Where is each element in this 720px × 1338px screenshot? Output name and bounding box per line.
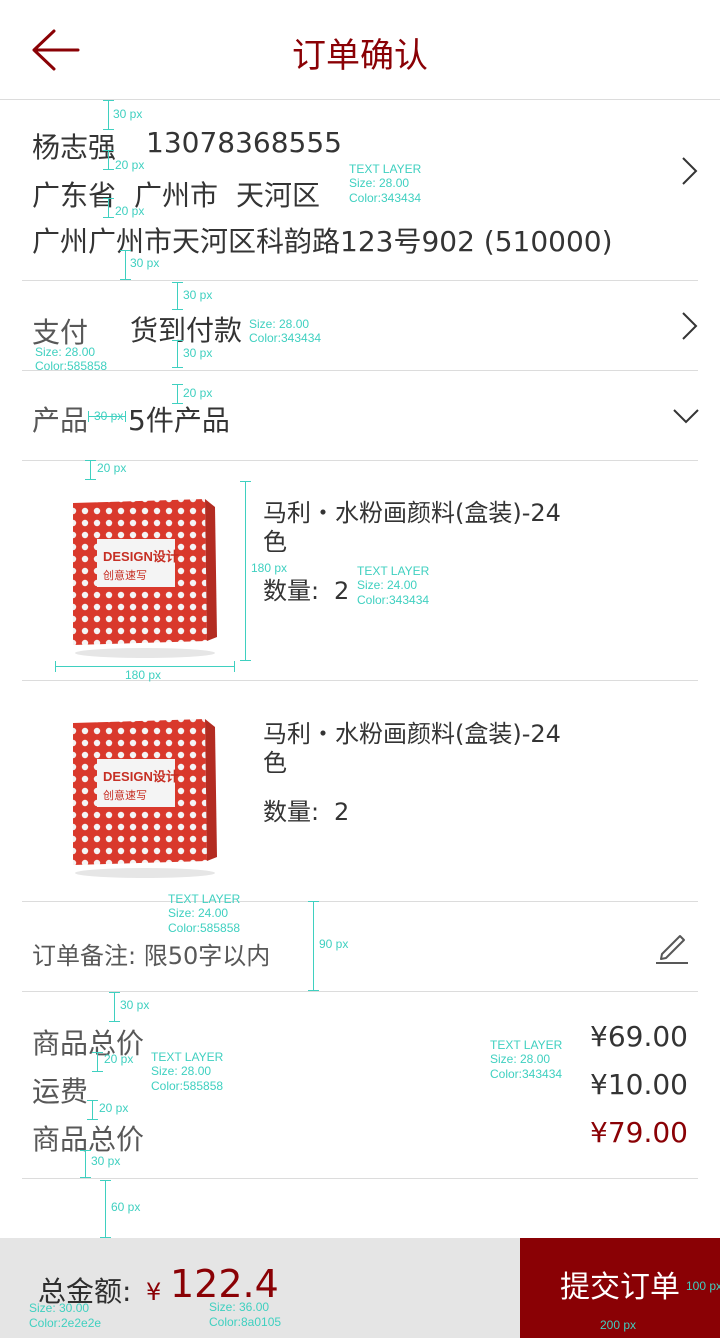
products-count: 5件产品	[128, 404, 230, 437]
product-name: 马利・水粉画颜料(盒装)-24	[263, 720, 561, 748]
page-title: 订单确认	[292, 36, 428, 76]
region-district: 天河区	[236, 179, 321, 212]
cover-brand: DESIGN设计	[103, 769, 179, 784]
region-city: 广州市	[134, 179, 219, 212]
recipient-name: 杨志强	[32, 131, 117, 164]
summary-label-shipping: 运费	[32, 1075, 89, 1108]
product-name-cont: 色	[263, 528, 287, 556]
quantity-value: 2	[334, 798, 350, 826]
chevron-right-icon[interactable]	[680, 156, 700, 190]
divider	[22, 1178, 698, 1179]
order-note-field[interactable]: 订单备注: 限50字以内	[0, 902, 720, 991]
address-detail: 广州广州市天河区科韵路123号902 (510000)	[32, 225, 613, 258]
price-summary: 商品总价 ¥69.00 运费 ¥10.00 商品总价 ¥79.00	[0, 992, 720, 1178]
quantity-label: 数量:	[263, 577, 320, 605]
payment-method: 货到付款	[130, 314, 243, 347]
recipient-phone: 13078368555	[146, 126, 342, 159]
quantity-value: 2	[334, 577, 350, 605]
region-province: 广东省	[32, 179, 117, 212]
summary-label-total: 商品总价	[32, 1123, 145, 1156]
chevron-down-icon[interactable]	[672, 407, 700, 429]
product-name: 马利・水粉画颜料(盒装)-24	[263, 499, 561, 527]
cover-brand: DESIGN设计	[103, 549, 179, 564]
product-image: DESIGN设计 创意速写	[55, 481, 235, 661]
order-note-placeholder: 订单备注: 限50字以内	[32, 942, 271, 970]
product-name-cont: 色	[263, 749, 287, 777]
summary-value-subtotal: ¥69.00	[590, 1020, 688, 1053]
summary-value-total: ¥79.00	[590, 1116, 688, 1149]
chevron-right-icon[interactable]	[680, 311, 700, 345]
edit-pencil-icon[interactable]	[654, 928, 690, 968]
summary-value-shipping: ¥10.00	[590, 1068, 688, 1101]
products-label: 产品	[32, 404, 89, 437]
payment-row[interactable]: 支付 货到付款	[0, 281, 720, 370]
product-image: DESIGN设计 创意速写	[55, 701, 235, 881]
quantity-label: 数量:	[263, 798, 320, 826]
app-header: 订单确认	[0, 0, 720, 100]
total-currency: ¥	[146, 1278, 162, 1306]
product-item[interactable]: DESIGN设计 创意速写 马利・水粉画颜料(盒装)-24 色 数量: 2	[0, 681, 720, 901]
cover-sub: 创意速写	[103, 788, 147, 802]
cover-sub: 创意速写	[103, 568, 147, 582]
